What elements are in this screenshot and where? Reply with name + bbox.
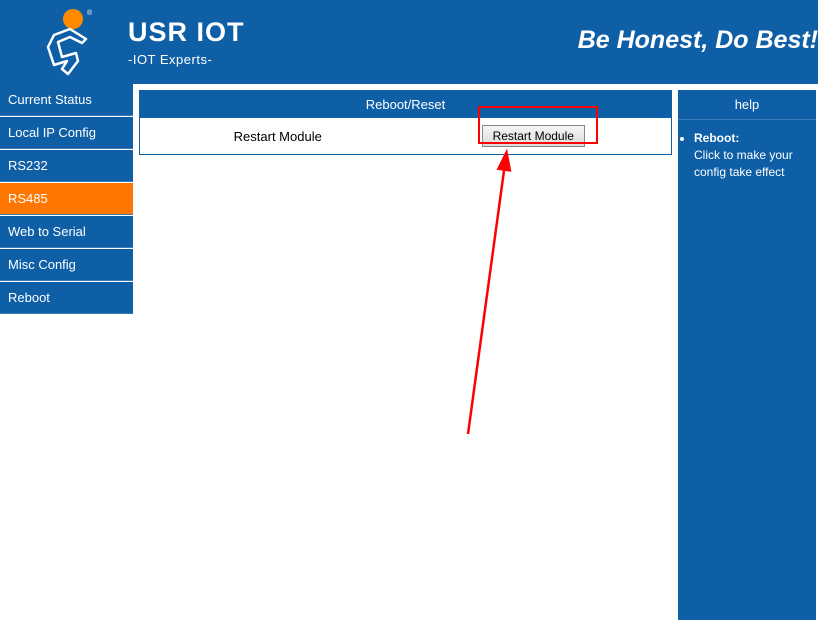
panel-body: Restart Module Restart Module [140, 118, 671, 154]
sidebar-item-current-status[interactable]: Current Status [0, 84, 133, 116]
arrow-annotation-icon [433, 144, 553, 444]
help-title: help [678, 90, 816, 120]
sidebar-item-local-ip-config[interactable]: Local IP Config [0, 117, 133, 149]
slogan: Be Honest, Do Best! [578, 26, 818, 55]
brand: USR IOT -IOT Experts- [128, 17, 245, 67]
svg-text:®: ® [87, 9, 93, 17]
brand-subtitle: -IOT Experts- [128, 52, 245, 67]
content-area: Reboot/Reset Restart Module Restart Modu… [133, 84, 678, 620]
help-item-bold: Reboot: [694, 131, 739, 145]
main-layout: Current Status Local IP Config RS232 RS4… [0, 84, 818, 620]
help-panel: help Reboot: Click to make your config t… [678, 84, 818, 620]
brand-title: USR IOT [128, 17, 245, 48]
help-inner: help Reboot: Click to make your config t… [678, 90, 816, 620]
restart-label: Restart Module [150, 129, 406, 144]
restart-module-button[interactable]: Restart Module [482, 125, 585, 147]
help-item: Reboot: Click to make your config take e… [694, 130, 810, 180]
sidebar-item-rs232[interactable]: RS232 [0, 150, 133, 182]
reboot-panel: Reboot/Reset Restart Module Restart Modu… [139, 90, 672, 155]
help-item-text: Click to make your config take effect [694, 148, 793, 179]
panel-action: Restart Module [406, 125, 662, 147]
sidebar-item-misc-config[interactable]: Misc Config [0, 249, 133, 281]
help-body: Reboot: Click to make your config take e… [678, 120, 816, 180]
sidebar-item-reboot[interactable]: Reboot [0, 282, 133, 314]
sidebar-item-rs485[interactable]: RS485 [0, 183, 133, 215]
sidebar-item-web-to-serial[interactable]: Web to Serial [0, 216, 133, 248]
logo-icon: ® [40, 7, 100, 77]
panel-title: Reboot/Reset [140, 91, 671, 118]
sidebar: Current Status Local IP Config RS232 RS4… [0, 84, 133, 620]
header: ® USR IOT -IOT Experts- Be Honest, Do Be… [0, 0, 818, 84]
